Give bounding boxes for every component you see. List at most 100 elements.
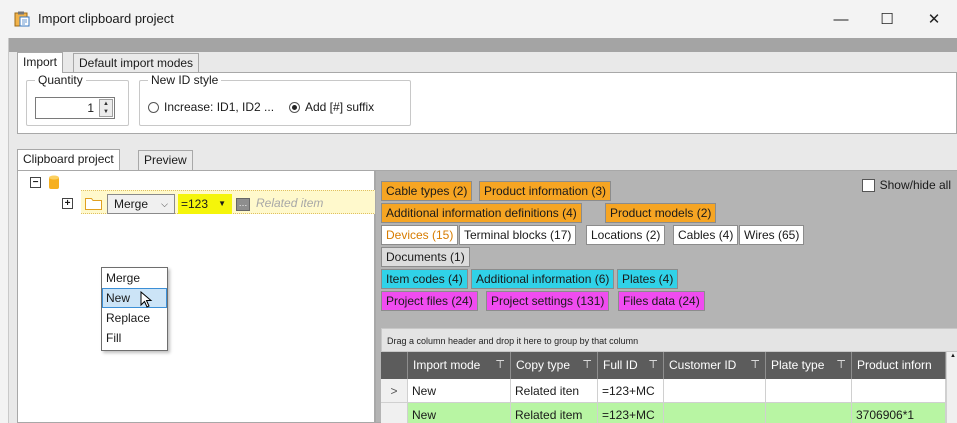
filter-icon[interactable]: ⊤: [836, 352, 846, 379]
import-mode-combo[interactable]: Merge ⌵: [107, 194, 175, 214]
related-item-label: Related item: [256, 196, 324, 210]
maximize-button[interactable]: ☐: [864, 0, 910, 38]
dropdown-item-fill[interactable]: Fill: [102, 328, 167, 348]
tab-additional-information-definitions[interactable]: Additional information definitions (4): [381, 203, 582, 223]
header-corner: [381, 352, 408, 379]
ellipsis-button[interactable]: …: [236, 198, 250, 211]
tab-item-codes[interactable]: Item codes (4): [381, 269, 468, 289]
filter-icon[interactable]: ⊤: [648, 352, 658, 379]
column-import-mode[interactable]: Import mode ⊤: [408, 352, 511, 379]
cell-customer-id[interactable]: [664, 403, 766, 423]
tab-product-information[interactable]: Product information (3): [479, 181, 612, 201]
import-mode-dropdown[interactable]: Merge New Replace Fill: [101, 267, 168, 351]
related-item-row[interactable]: Merge ⌵ =123 ▼ … Related item: [81, 190, 376, 214]
radio-add-suffix-label: Add [#] suffix: [305, 100, 375, 114]
cursor-icon: [140, 291, 153, 308]
vertical-scrollbar[interactable]: ▲: [946, 352, 957, 423]
show-hide-all-toggle[interactable]: Show/hide all: [861, 178, 951, 192]
folder-icon: [85, 198, 102, 210]
group-by-bar[interactable]: Drag a column header and drop it here to…: [381, 328, 957, 352]
quantity-label: Quantity: [35, 73, 86, 87]
spin-up-icon[interactable]: ▲: [100, 100, 112, 108]
tab-product-models[interactable]: Product models (2): [605, 203, 717, 223]
column-product-information[interactable]: Product inforn: [852, 352, 946, 379]
row-indicator: [381, 403, 408, 423]
column-plate-type[interactable]: Plate type ⊤: [766, 352, 852, 379]
cell-copy-type[interactable]: Related item: [511, 403, 598, 423]
table-row[interactable]: > New Related iten =123+MC: [381, 379, 957, 403]
spin-buttons[interactable]: ▲ ▼: [99, 99, 113, 117]
id-field[interactable]: =123 ▼: [178, 194, 232, 214]
quantity-group: Quantity 1 ▲ ▼: [26, 73, 129, 126]
id-value: =123: [181, 197, 209, 211]
tab-plates[interactable]: Plates (4): [617, 269, 679, 289]
tab-documents[interactable]: Documents (1): [381, 247, 470, 267]
column-plate-type-label: Plate type: [771, 358, 825, 372]
title-bar: Import clipboard project — ☐ ✕: [0, 0, 957, 38]
tab-clipboard-project[interactable]: Clipboard project: [17, 149, 120, 170]
filter-icon[interactable]: ⊤: [750, 352, 760, 379]
filter-icon[interactable]: ⊤: [495, 352, 505, 379]
scroll-up-icon[interactable]: ▲: [947, 352, 957, 360]
quantity-value: 1: [87, 101, 94, 115]
radio-add-suffix[interactable]: Add [#] suffix: [289, 100, 374, 114]
close-button[interactable]: ✕: [911, 0, 957, 38]
cell-customer-id[interactable]: [664, 379, 766, 403]
column-copy-type-label: Copy type: [516, 358, 571, 372]
tab-additional-information[interactable]: Additional information (6): [471, 269, 615, 289]
window-title: Import clipboard project: [38, 11, 174, 26]
import-panel: Quantity 1 ▲ ▼ New ID style Increase: ID…: [17, 72, 957, 134]
radio-increase[interactable]: Increase: ID1, ID2 ...: [148, 100, 274, 114]
show-hide-checkbox[interactable]: [861, 178, 875, 192]
tab-cable-types[interactable]: Cable types (2): [381, 181, 473, 201]
tab-terminal-blocks[interactable]: Terminal blocks (17): [459, 225, 577, 245]
tab-devices[interactable]: Devices (15): [381, 225, 459, 245]
data-grid: Drag a column header and drop it here to…: [381, 328, 957, 423]
database-icon: [49, 175, 59, 189]
collapse-icon[interactable]: −: [30, 177, 41, 188]
quantity-stepper[interactable]: 1 ▲ ▼: [35, 97, 115, 119]
grid-header: Import mode ⊤ Copy type ⊤ Full ID ⊤ Custome…: [381, 352, 957, 379]
tab-project-files[interactable]: Project files (24): [381, 291, 478, 311]
tab-locations[interactable]: Locations (2): [586, 225, 666, 245]
dropdown-item-replace[interactable]: Replace: [102, 308, 167, 328]
cell-product-information[interactable]: [852, 379, 946, 403]
tab-project-settings[interactable]: Project settings (131): [486, 291, 610, 311]
radio-increase-label: Increase: ID1, ID2 ...: [164, 100, 275, 114]
cell-full-id[interactable]: =123+MC: [598, 403, 664, 423]
column-full-id[interactable]: Full ID ⊤: [598, 352, 664, 379]
spin-down-icon[interactable]: ▼: [100, 108, 112, 116]
expand-icon[interactable]: +: [62, 198, 73, 209]
cell-full-id[interactable]: =123+MC: [598, 379, 664, 403]
clipboard-tree-panel: − + Merge ⌵ =123 ▼ … Related item: [17, 170, 376, 423]
tab-files-data[interactable]: Files data (24): [618, 291, 705, 311]
tab-preview[interactable]: Preview: [138, 150, 193, 170]
filter-icon[interactable]: ⊤: [582, 352, 592, 379]
column-copy-type[interactable]: Copy type ⊤: [511, 352, 598, 379]
column-full-id-label: Full ID: [603, 358, 638, 372]
chevron-down-icon: ⌵: [161, 199, 168, 209]
cell-copy-type[interactable]: Related iten: [511, 379, 598, 403]
cell-plate-type[interactable]: [766, 403, 852, 423]
dropdown-item-merge[interactable]: Merge: [102, 268, 167, 288]
categories-panel: Cable types (2) Product information (3) …: [375, 170, 957, 423]
app-icon: [14, 11, 30, 27]
tab-cables[interactable]: Cables (4): [673, 225, 739, 245]
cell-plate-type[interactable]: [766, 379, 852, 403]
column-customer-id[interactable]: Customer ID ⊤: [664, 352, 766, 379]
minimize-button[interactable]: —: [818, 0, 864, 38]
cell-import-mode[interactable]: New: [408, 379, 511, 403]
top-strip: [9, 38, 957, 52]
cell-import-mode[interactable]: New: [408, 403, 511, 423]
show-hide-label: Show/hide all: [879, 178, 951, 192]
tab-import[interactable]: Import: [17, 52, 64, 73]
import-mode-combo-value: Merge: [114, 197, 149, 211]
tab-default-import-modes[interactable]: Default import modes: [73, 53, 200, 73]
radio-on-icon: [289, 101, 300, 113]
column-customer-id-label: Customer ID: [669, 358, 737, 372]
column-import-mode-label: Import mode: [413, 358, 481, 372]
table-row[interactable]: New Related item =123+MC 3706906*1: [381, 403, 957, 423]
tab-wires[interactable]: Wires (65): [739, 225, 805, 245]
dropdown-item-new[interactable]: New: [102, 288, 167, 308]
cell-product-information[interactable]: 3706906*1: [852, 403, 946, 423]
